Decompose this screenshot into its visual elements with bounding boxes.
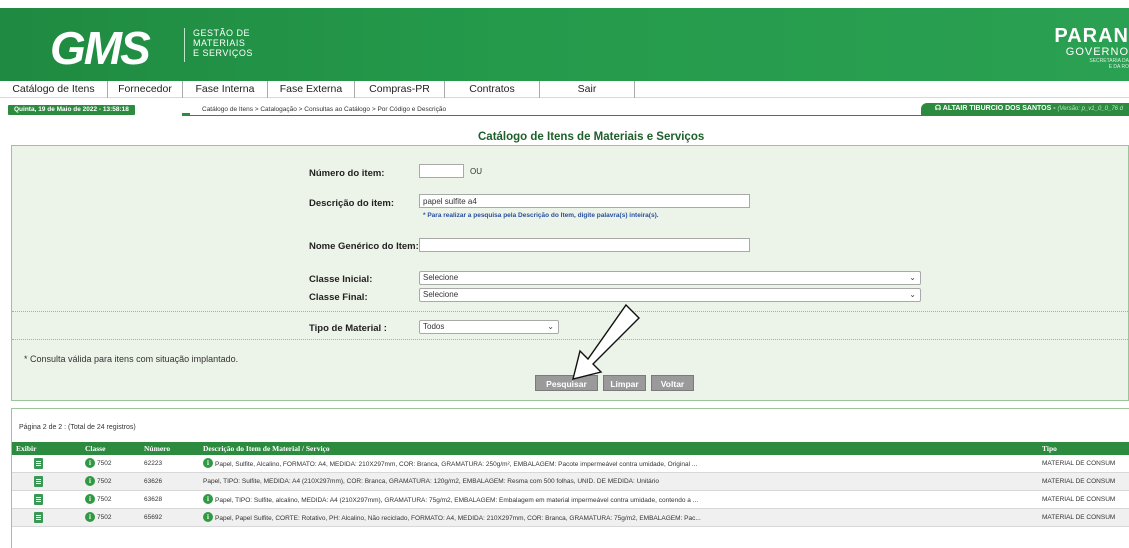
menu-sair[interactable]: Sair [540,81,635,98]
version-label: (Versão: p_v1_0_0_76 d [1057,106,1124,112]
logo-subtitle: GESTÃO DE MATERIAIS E SERVIÇOS [193,28,253,58]
status-bar: Quinta, 19 de Maio de 2022 - 13:58:18 Ca… [0,98,1129,116]
row-numero: 63626 [144,478,163,485]
classe-inicial-value: Selecione [423,273,459,282]
col-tipo: Tipo [1042,444,1057,453]
logo-line-1: GESTÃO DE [193,28,251,38]
user-badge: ☊ ALTAIR TIBURCIO DOS SANTOS - (Versão: … [920,103,1129,115]
row-descricao[interactable]: Papel, TIPO: Sulfite, MEDIDA: A4 (210X29… [203,478,659,485]
info-icon[interactable]: i [85,476,95,486]
menu-contratos[interactable]: Contratos [445,81,540,98]
table-row: i 7502 65692 i Papel, Papel Sulfite, COR… [12,509,1129,527]
classe-final-value: Selecione [423,290,459,299]
numero-label: Número do item: [309,168,385,179]
row-tipo: MATERIAL DE CONSUM [1042,496,1116,503]
row-classe: 7502 [97,496,112,503]
government-brand: PARAN GOVERNO SECRETARIA DA E DA RO [1054,26,1129,70]
tipo-material-value: Todos [423,322,445,331]
row-numero: 63628 [144,496,163,503]
voltar-button[interactable]: Voltar [651,375,694,391]
row-classe: 7502 [97,478,112,485]
nome-generico-label: Nome Genérico do Item: [309,241,419,252]
user-icon: ☊ [934,105,943,112]
row-descricao[interactable]: Papel, Papel Sulfite, CORTE: Rotativo, P… [215,515,701,522]
table-row: i 7502 63628 i Papel, TIPO: Sulfite, alc… [12,491,1129,509]
row-descricao[interactable]: Papel, TIPO: Sulfite, alcalino, MEDIDA: … [215,497,698,504]
main-menu: Catálogo de Itens Fornecedor Fase Intern… [0,81,1129,98]
tipo-material-select[interactable]: Todos ⌄ [419,320,559,334]
descricao-hint: * Para realizar a pesquisa pela Descriçã… [423,212,659,219]
row-classe: 7502 [97,460,112,467]
row-tipo: MATERIAL DE CONSUM [1042,478,1116,485]
nome-generico-input[interactable] [419,238,750,252]
results-table: Página 2 de 2 : (Total de 24 registros) … [11,408,1129,548]
chevron-down-icon: ⌄ [547,322,554,331]
view-document-icon[interactable] [34,458,43,469]
row-classe: 7502 [97,514,112,521]
table-row: i 7502 63626 Papel, TIPO: Sulfite, MEDID… [12,473,1129,491]
app-page: GMS GESTÃO DE MATERIAIS E SERVIÇOS PARAN… [0,0,1129,548]
info-icon[interactable]: i [85,494,95,504]
current-date: Quinta, 19 de Maio de 2022 - 13:58:18 [8,105,135,115]
chevron-down-icon: ⌄ [909,290,916,299]
chevron-down-icon: ⌄ [909,273,916,282]
view-document-icon[interactable] [34,494,43,505]
gov-state: PARAN [1054,25,1129,47]
tipo-material-label: Tipo de Material : [309,323,387,334]
col-classe: Classe [85,444,106,453]
info-icon[interactable]: i [203,512,213,522]
ou-label: OU [470,167,482,176]
numero-input[interactable] [419,164,464,178]
logo-line-2: MATERIAIS [193,38,246,48]
table-row: i 7502 62223 i Papel, Sulfite, Alcalino,… [12,455,1129,473]
menu-catalogo[interactable]: Catálogo de Itens [0,81,108,98]
col-descricao: Descrição do Item de Material / Serviço [203,444,330,453]
info-icon[interactable]: i [85,512,95,522]
menu-compras-pr[interactable]: Compras-PR [355,81,445,98]
consulta-note: * Consulta válida para itens com situaçã… [24,354,239,364]
menu-fornecedor[interactable]: Fornecedor [108,81,183,98]
info-icon[interactable]: i [85,458,95,468]
table-header: Exibir Classe Número Descrição do Item d… [12,442,1129,455]
gms-logo: GMS [50,22,153,70]
classe-final-select[interactable]: Selecione ⌄ [419,288,921,302]
classe-inicial-label: Classe Inicial: [309,274,373,285]
logo-separator [184,28,185,62]
menu-fase-interna[interactable]: Fase Interna [183,81,268,98]
pagination-info: Página 2 de 2 : (Total de 24 registros) [19,424,136,431]
gov-sub: GOVERNO [1065,46,1129,58]
classe-inicial-select[interactable]: Selecione ⌄ [419,271,921,285]
descricao-input[interactable] [419,194,750,208]
svg-text:GMS: GMS [50,22,151,70]
row-numero: 65692 [144,514,163,521]
col-exibir: Exibir [16,444,37,453]
menu-fase-externa[interactable]: Fase Externa [268,81,355,98]
info-icon[interactable]: i [203,458,213,468]
col-numero: Número [144,444,171,453]
gov-tiny-2: E DA RO [1108,64,1129,70]
view-document-icon[interactable] [34,476,43,487]
row-tipo: MATERIAL DE CONSUM [1042,460,1116,467]
header-banner: GMS GESTÃO DE MATERIAIS E SERVIÇOS PARAN… [0,8,1129,81]
row-descricao[interactable]: Papel, Sulfite, Alcalino, FORMATO: A4, M… [215,461,697,468]
row-numero: 62223 [144,460,163,467]
view-document-icon[interactable] [34,512,43,523]
info-icon[interactable]: i [203,494,213,504]
classe-final-label: Classe Final: [309,292,368,303]
user-name: ALTAIR TIBURCIO DOS SANTOS - [942,105,1058,112]
page-title: Catálogo de Itens de Materiais e Serviço… [478,131,705,143]
logo-line-3: E SERVIÇOS [193,48,253,58]
row-tipo: MATERIAL DE CONSUM [1042,514,1116,521]
pointer-arrow-icon [572,303,640,380]
descricao-label: Descrição do item: [309,198,394,209]
